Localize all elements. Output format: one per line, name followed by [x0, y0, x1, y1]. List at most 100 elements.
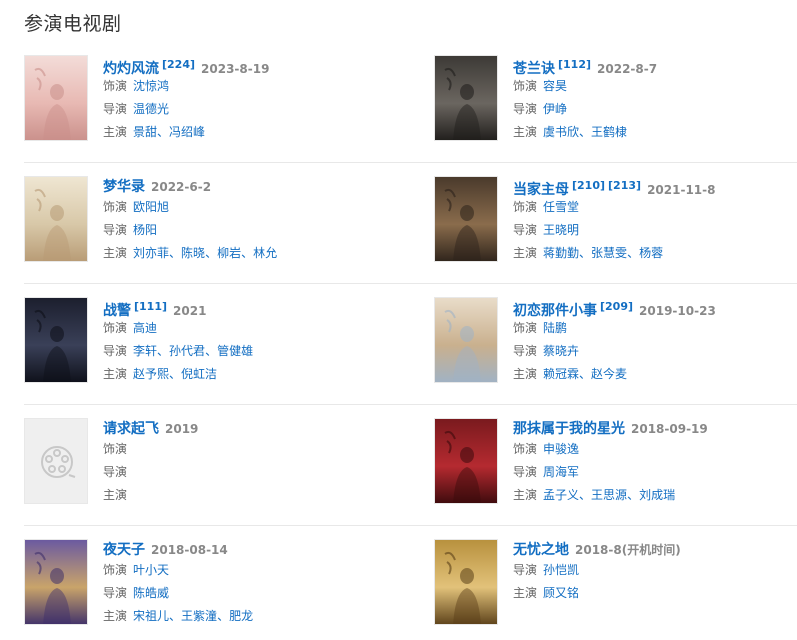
- role-row: 饰演: [103, 438, 383, 461]
- citation-link[interactable]: [224]: [162, 58, 195, 71]
- drama-title-link[interactable]: 请求起飞: [103, 421, 159, 437]
- cast-name-link[interactable]: 王鹤棣: [591, 125, 627, 139]
- air-date: 2018-09-19: [631, 422, 708, 436]
- cast-name-link[interactable]: 刘亦菲: [133, 246, 169, 260]
- cast-name-link[interactable]: 宋祖儿: [133, 609, 169, 623]
- separator: 、: [579, 246, 592, 260]
- director-name-link[interactable]: 陈皓威: [133, 586, 169, 600]
- drama-title-link[interactable]: 那抹属于我的星光: [513, 421, 625, 437]
- director-label: 导演: [103, 223, 128, 237]
- cast-name-link[interactable]: 倪虹洁: [181, 367, 217, 381]
- cast-row: 主演 顾又铭: [513, 582, 793, 605]
- title-row: 梦华录 2022-6-2: [103, 176, 383, 196]
- director-name-link[interactable]: 孙代君: [169, 344, 205, 358]
- title-row: 请求起飞 2019: [103, 418, 383, 438]
- drama-title-link[interactable]: 夜天子: [103, 542, 145, 558]
- citation-link[interactable]: [213]: [608, 179, 641, 192]
- citation-link[interactable]: [209]: [600, 300, 633, 313]
- cast-label: 主演: [513, 246, 538, 260]
- cast-name-link[interactable]: 柳岩: [217, 246, 241, 260]
- role-row: 饰演 叶小天: [103, 559, 383, 582]
- separator: 、: [579, 488, 592, 502]
- poster-image[interactable]: [24, 176, 88, 262]
- cast-label: 主演: [103, 367, 128, 381]
- title-row: 当家主母 [210] [213] 2021-11-8: [513, 176, 793, 198]
- cast-name-link[interactable]: 刘成瑞: [639, 488, 675, 502]
- role-name-link[interactable]: 沈惊鸿: [133, 79, 169, 93]
- cast-name-link[interactable]: 顾又铭: [543, 586, 579, 600]
- cast-name-link[interactable]: 杨蓉: [639, 246, 663, 260]
- director-name-link[interactable]: 李轩: [133, 344, 157, 358]
- separator: 、: [627, 246, 640, 260]
- separator: 、: [157, 125, 170, 139]
- drama-card: 夜天子 2018-08-14 饰演 叶小天 导演 陈皓威 主演 宋祖儿、王紫潼、肥龙: [24, 539, 386, 635]
- drama-card: 战警 [111] 2021 饰演 高迪 导演 李轩、孙代君、管健雄 主演 赵予熙、倪虹洁: [24, 297, 386, 393]
- drama-info: 夜天子 2018-08-14 饰演 叶小天 导演 陈皓威 主演 宋祖儿、王紫潼、肥龙: [103, 539, 383, 628]
- poster-image[interactable]: [24, 297, 88, 383]
- poster-image[interactable]: [434, 297, 498, 383]
- citation-link[interactable]: [112]: [558, 58, 591, 71]
- director-row: 导演 陈皓威: [103, 582, 383, 605]
- role-name-link[interactable]: 叶小天: [133, 563, 169, 577]
- cast-name-link[interactable]: 赵今麦: [591, 367, 627, 381]
- cast-label: 主演: [103, 246, 128, 260]
- cast-name-link[interactable]: 林允: [253, 246, 277, 260]
- director-label: 导演: [513, 465, 538, 479]
- cast-name-link[interactable]: 虞书欣: [543, 125, 579, 139]
- cast-name-link[interactable]: 赵予熙: [133, 367, 169, 381]
- cast-name-link[interactable]: 王紫潼: [181, 609, 217, 623]
- director-name-link[interactable]: 王晓明: [543, 223, 579, 237]
- cast-name-link[interactable]: 景甜: [133, 125, 157, 139]
- role-name-link[interactable]: 高迪: [133, 321, 157, 335]
- drama-info: 初恋那件小事 [209] 2019-10-23 饰演 陆鹏 导演 蔡晓卉 主演 赖冠霖、赵今麦: [513, 297, 793, 386]
- role-name-link[interactable]: 陆鹏: [543, 321, 567, 335]
- cast-name-link[interactable]: 蒋勤勤: [543, 246, 579, 260]
- director-name-link[interactable]: 温德光: [133, 102, 169, 116]
- poster-image[interactable]: [24, 539, 88, 625]
- separator: 、: [579, 367, 592, 381]
- poster-image[interactable]: [434, 55, 498, 141]
- role-name-link[interactable]: 申骏逸: [543, 442, 579, 456]
- drama-title-link[interactable]: 梦华录: [103, 179, 145, 195]
- cast-label: 主演: [103, 488, 128, 502]
- cast-name-link[interactable]: 冯绍峰: [169, 125, 205, 139]
- cast-name-link[interactable]: 赖冠霖: [543, 367, 579, 381]
- cast-row: 主演 虞书欣、王鹤棣: [513, 121, 793, 144]
- cast-row: 主演 蒋勤勤、张慧雯、杨蓉: [513, 242, 793, 265]
- citation-link[interactable]: [111]: [134, 300, 167, 313]
- director-name-link[interactable]: 周海军: [543, 465, 579, 479]
- poster-image[interactable]: [24, 418, 88, 504]
- row-divider: [24, 283, 797, 284]
- separator: 、: [217, 609, 230, 623]
- director-name-link[interactable]: 杨阳: [133, 223, 157, 237]
- director-row: 导演 伊峥: [513, 98, 793, 121]
- director-name-link[interactable]: 蔡晓卉: [543, 344, 579, 358]
- citation-link[interactable]: [210]: [572, 179, 605, 192]
- poster-image[interactable]: [24, 55, 88, 141]
- director-name-link[interactable]: 伊峥: [543, 102, 567, 116]
- cast-name-link[interactable]: 孟子义: [543, 488, 579, 502]
- drama-card: 灼灼风流 [224] 2023-8-19 饰演 沈惊鸿 导演 温德光 主演 景甜、冯绍峰: [24, 55, 386, 151]
- role-name-link[interactable]: 欧阳旭: [133, 200, 169, 214]
- role-row: 饰演 任雪堂: [513, 196, 793, 219]
- air-date: 2019-10-23: [639, 304, 716, 318]
- poster-image[interactable]: [434, 418, 498, 504]
- cast-row: 主演 刘亦菲、陈晓、柳岩、林允: [103, 242, 383, 265]
- poster-image[interactable]: [434, 539, 498, 625]
- air-date: 2018-08-14: [151, 543, 228, 557]
- drama-info: 战警 [111] 2021 饰演 高迪 导演 李轩、孙代君、管健雄 主演 赵予熙、倪虹洁: [103, 297, 383, 386]
- director-name-link[interactable]: 管健雄: [217, 344, 253, 358]
- poster-image[interactable]: [434, 176, 498, 262]
- role-label: 饰演: [103, 321, 128, 335]
- role-label: 饰演: [513, 442, 538, 456]
- drama-title-link[interactable]: 无忧之地: [513, 542, 569, 558]
- drama-info: 当家主母 [210] [213] 2021-11-8 饰演 任雪堂 导演 王晓明 主演 蒋勤勤、张…: [513, 176, 793, 265]
- role-name-link[interactable]: 任雪堂: [543, 200, 579, 214]
- cast-name-link[interactable]: 王思源: [591, 488, 627, 502]
- director-name-link[interactable]: 孙恺凯: [543, 563, 579, 577]
- cast-name-link[interactable]: 张慧雯: [591, 246, 627, 260]
- cast-name-link[interactable]: 肥龙: [229, 609, 253, 623]
- separator: 、: [169, 609, 182, 623]
- role-name-link[interactable]: 容昊: [543, 79, 567, 93]
- cast-name-link[interactable]: 陈晓: [181, 246, 205, 260]
